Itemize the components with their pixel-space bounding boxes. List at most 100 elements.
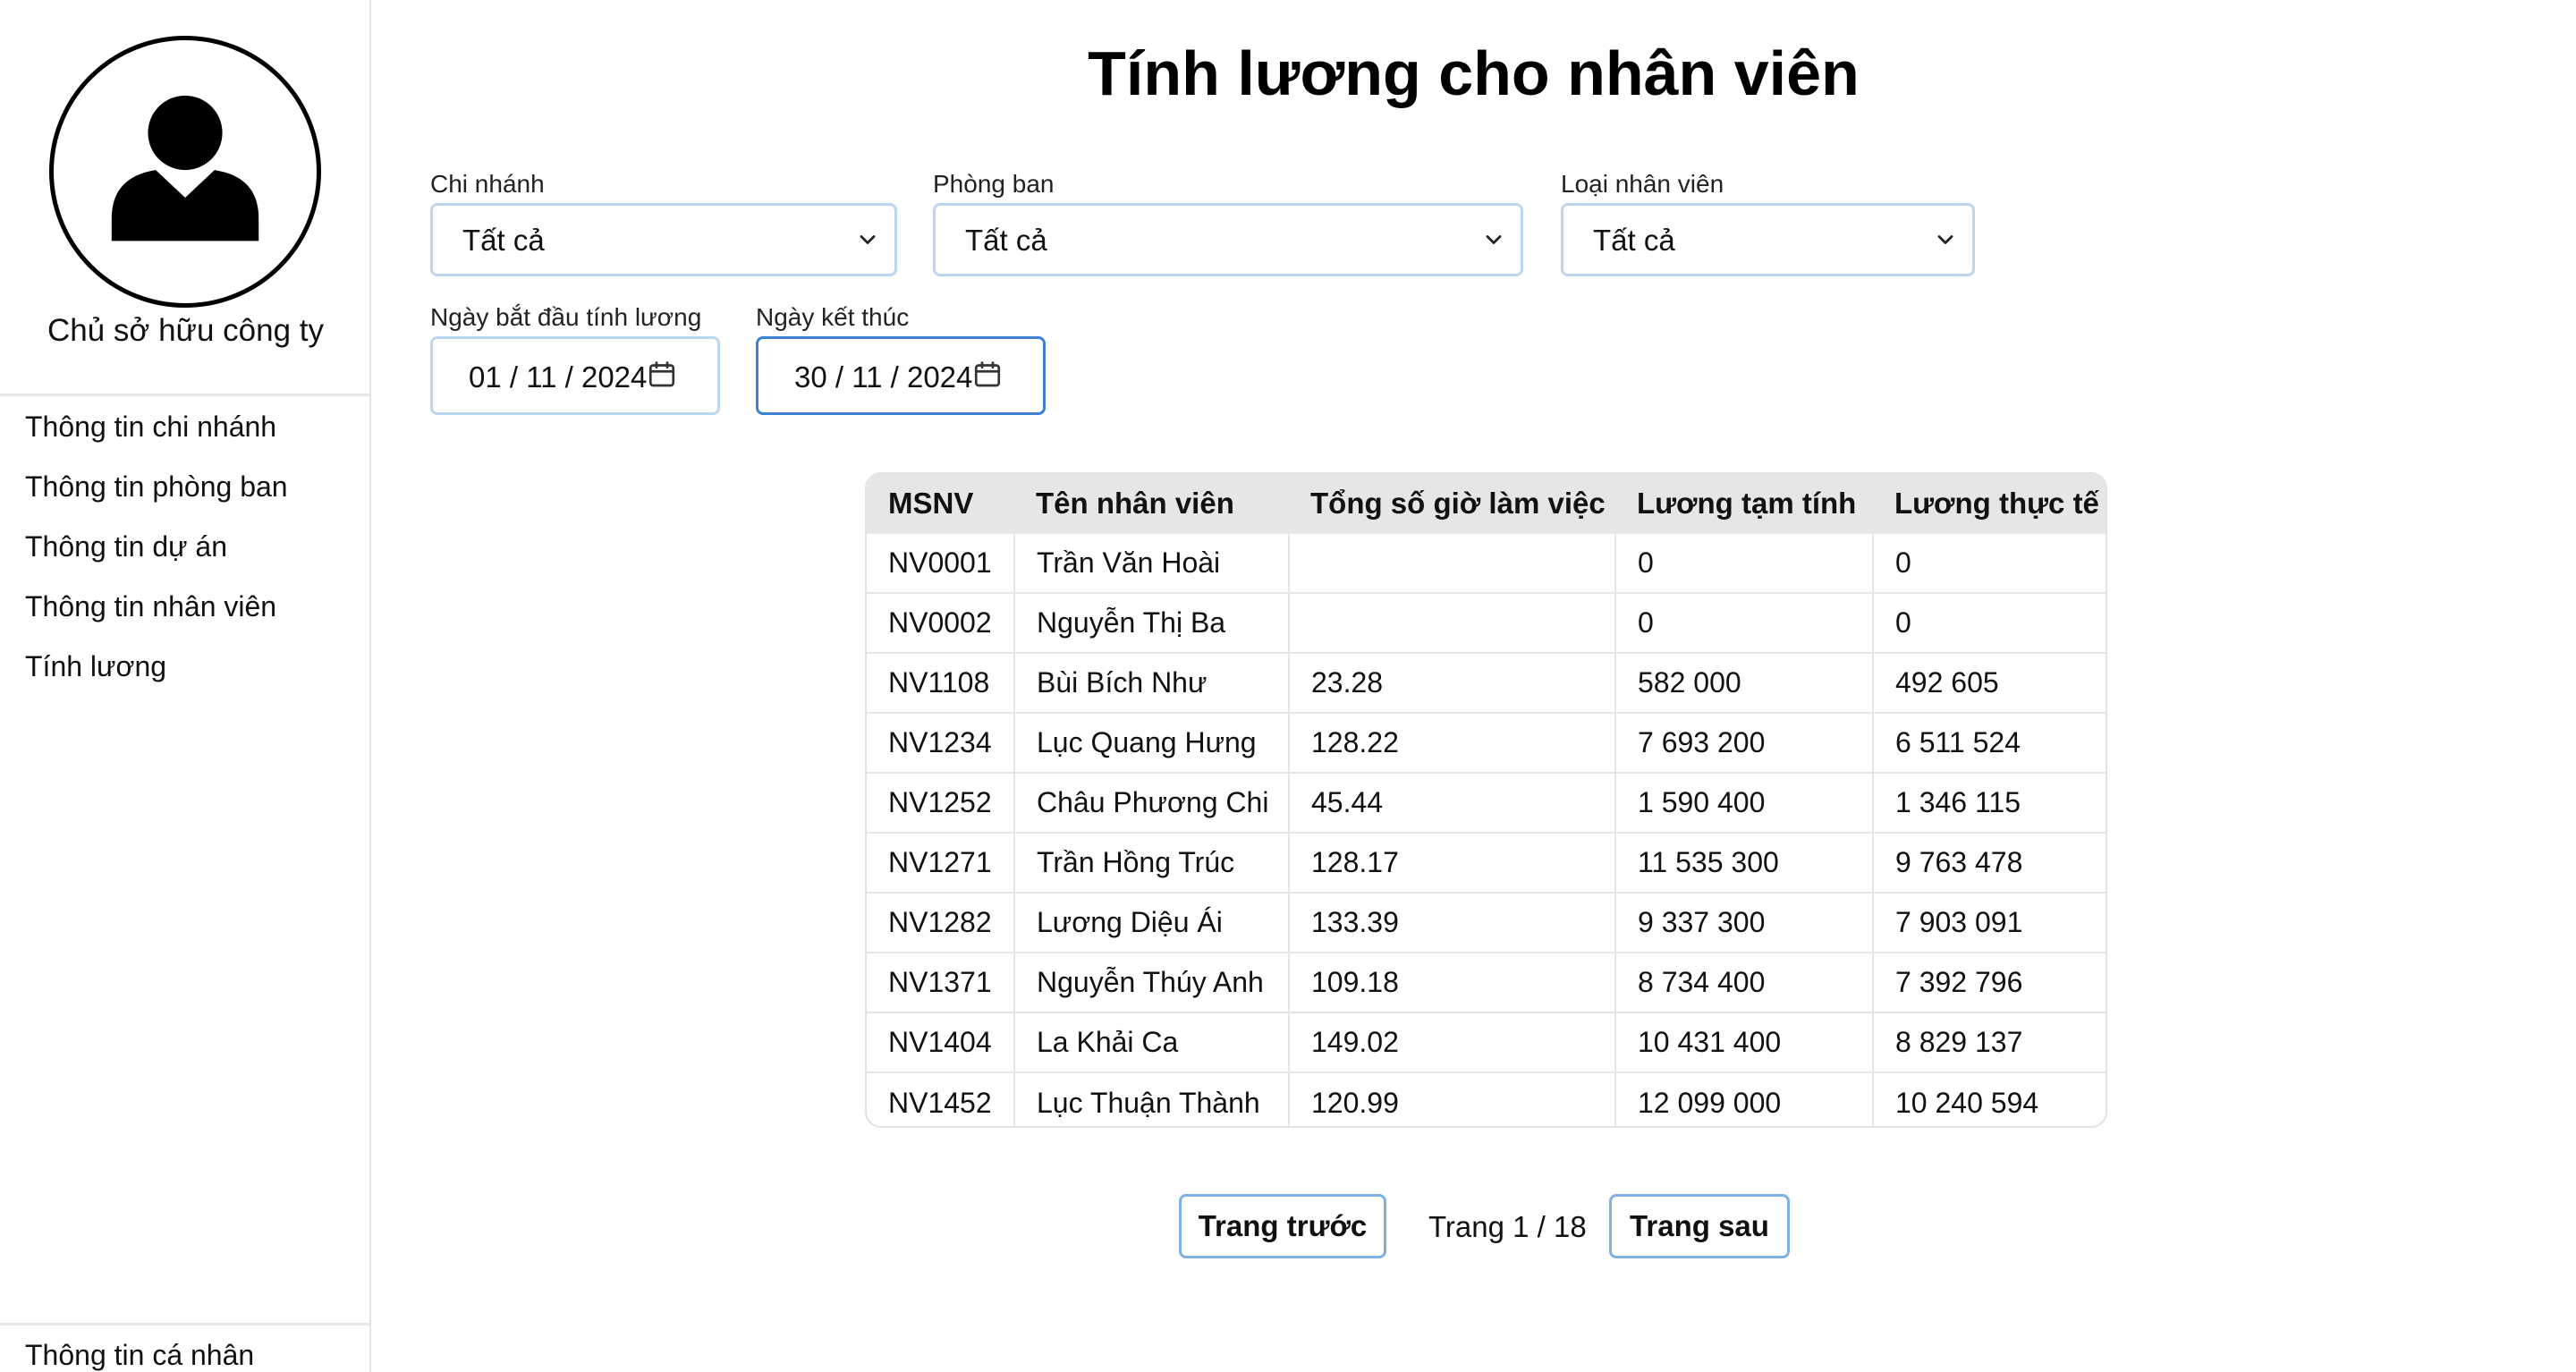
end-date-label: Ngày kết thúc [756,303,910,331]
cell-total-hours [1288,532,1615,593]
cell-total-hours: 149.02 [1288,1012,1615,1072]
cell-actual-salary: 10 240 594 [1872,1071,2106,1126]
sidebar-item-employee-info[interactable]: Thông tin nhân viên [25,587,288,647]
page-title: Tính lương cho nhân viên [1088,38,1860,108]
end-date-value: 30 / 11 / 2024 [794,360,973,394]
calendar-icon[interactable] [646,359,678,391]
cell-total-hours: 128.17 [1288,832,1615,893]
cell-total-hours: 133.39 [1288,892,1615,953]
cell-employee-name: Lương Diệu Ái [1013,892,1289,953]
cell-msnv: NV1234 [867,712,1014,773]
column-header-actual-salary[interactable]: Lương thực tế [1873,474,2106,533]
cell-msnv: NV1452 [867,1071,1014,1126]
user-avatar-icon [49,36,321,308]
table-row[interactable]: NV0001 Trần Văn Hoài 0 0 [867,532,2106,593]
table-row[interactable]: NV0002 Nguyễn Thị Ba 0 0 [867,592,2106,653]
cell-employee-name: Lục Thuận Thành [1013,1071,1289,1126]
sidebar-item-payroll[interactable]: Tính lương [25,647,288,707]
table-row[interactable]: NV1282 Lương Diệu Ái 133.39 9 337 300 7 903 … [867,892,2106,953]
branch-select[interactable]: Tất cả [430,203,897,276]
cell-actual-salary: 7 903 091 [1872,892,2106,953]
cell-employee-name: Châu Phương Chi [1013,772,1289,833]
employee-type-label: Loại nhân viên [1561,170,1724,198]
table-header-row: MSNV Tên nhân viên Tổng số giờ làm việc … [867,474,2106,533]
cell-actual-salary: 0 [1872,592,2106,653]
cell-msnv: NV0002 [867,592,1014,653]
cell-total-hours: 23.28 [1288,652,1615,713]
owner-name: Chủ sở hữu công ty [47,313,325,348]
department-label: Phòng ban [933,170,1055,198]
payroll-table: MSNV Tên nhân viên Tổng số giờ làm việc … [865,472,2107,1128]
department-select[interactable]: Tất cả [933,203,1523,276]
cell-employee-name: Bùi Bích Như [1013,652,1289,713]
sidebar: Chủ sở hữu công ty Thông tin chi nhánh T… [0,0,371,1372]
table-row[interactable]: NV1271 Trần Hồng Trúc 128.17 11 535 300 9 76… [867,832,2106,893]
cell-employee-name: Trần Hồng Trúc [1013,832,1289,893]
table-row[interactable]: NV1252 Châu Phương Chi 45.44 1 590 400 1 346… [867,772,2106,833]
cell-total-hours: 120.99 [1288,1071,1615,1126]
cell-total-hours: 128.22 [1288,712,1615,773]
table-row[interactable]: NV1404 La Khải Ca 149.02 10 431 400 8 829 13… [867,1012,2106,1072]
column-header-employee-name[interactable]: Tên nhân viên [1014,474,1289,533]
cell-estimated-salary: 9 337 300 [1614,892,1873,953]
cell-employee-name: Nguyễn Thị Ba [1013,592,1289,653]
cell-msnv: NV0001 [867,532,1014,593]
cell-employee-name: La Khải Ca [1013,1012,1289,1072]
cell-estimated-salary: 582 000 [1614,652,1873,713]
cell-total-hours: 45.44 [1288,772,1615,833]
sidebar-divider-bottom [0,1323,371,1325]
cell-msnv: NV1252 [867,772,1014,833]
chevron-down-icon [1937,235,1953,244]
cell-msnv: NV1108 [867,652,1014,713]
table-body: NV0001 Trần Văn Hoài 0 0 NV0002 Nguyễn Thị Ba… [867,532,2106,1126]
page-info: Trang 1 / 18 [1428,1210,1587,1243]
cell-actual-salary: 7 392 796 [1872,952,2106,1012]
column-header-total-hours[interactable]: Tổng số giờ làm việc [1289,474,1615,533]
column-header-msnv[interactable]: MSNV [867,474,1014,533]
cell-estimated-salary: 7 693 200 [1614,712,1873,773]
cell-actual-salary: 8 829 137 [1872,1012,2106,1072]
start-date-input[interactable]: 01 / 11 / 2024 [430,336,720,415]
next-page-button[interactable]: Trang sau [1609,1194,1790,1258]
calendar-icon[interactable] [971,359,1004,391]
chevron-down-icon [1486,235,1502,244]
table-row[interactable]: NV1234 Lục Quang Hưng 128.22 7 693 200 6 511… [867,712,2106,773]
cell-estimated-salary: 0 [1614,592,1873,653]
cell-actual-salary: 1 346 115 [1872,772,2106,833]
prev-page-button[interactable]: Trang trước [1179,1194,1386,1258]
employee-type-select[interactable]: Tất cả [1561,203,1975,276]
chevron-down-icon [860,235,876,244]
branch-select-value: Tất cả [462,224,545,257]
column-header-estimated-salary[interactable]: Lương tạm tính [1615,474,1873,533]
cell-estimated-salary: 0 [1614,532,1873,593]
sidebar-divider-top [0,394,371,396]
cell-estimated-salary: 11 535 300 [1614,832,1873,893]
cell-msnv: NV1404 [867,1012,1014,1072]
cell-msnv: NV1271 [867,832,1014,893]
cell-msnv: NV1371 [867,952,1014,1012]
table-row[interactable]: NV1108 Bùi Bích Như 23.28 582 000 492 605 [867,652,2106,713]
start-date-value: 01 / 11 / 2024 [469,360,648,394]
sidebar-item-branch-info[interactable]: Thông tin chi nhánh [25,407,288,467]
cell-total-hours: 109.18 [1288,952,1615,1012]
cell-msnv: NV1282 [867,892,1014,953]
cell-actual-salary: 9 763 478 [1872,832,2106,893]
cell-employee-name: Lục Quang Hưng [1013,712,1289,773]
start-date-label: Ngày bắt đầu tính lương [430,303,702,331]
table-row[interactable]: NV1452 Lục Thuận Thành 120.99 12 099 000 10 … [867,1071,2106,1126]
department-select-value: Tất cả [965,224,1047,257]
sidebar-item-department-info[interactable]: Thông tin phòng ban [25,467,288,527]
sidebar-item-project-info[interactable]: Thông tin dự án [25,527,288,587]
cell-total-hours [1288,592,1615,653]
cell-employee-name: Trần Văn Hoài [1013,532,1289,593]
employee-type-select-value: Tất cả [1593,224,1675,257]
sidebar-item-personal-info[interactable]: Thông tin cá nhân [25,1339,254,1372]
cell-actual-salary: 6 511 524 [1872,712,2106,773]
end-date-input[interactable]: 30 / 11 / 2024 [756,336,1046,415]
cell-estimated-salary: 8 734 400 [1614,952,1873,1012]
table-row[interactable]: NV1371 Nguyễn Thúy Anh 109.18 8 734 400 7 39… [867,952,2106,1012]
cell-estimated-salary: 1 590 400 [1614,772,1873,833]
cell-actual-salary: 492 605 [1872,652,2106,713]
sidebar-nav: Thông tin chi nhánh Thông tin phòng ban … [25,407,288,707]
branch-label: Chi nhánh [430,170,545,198]
